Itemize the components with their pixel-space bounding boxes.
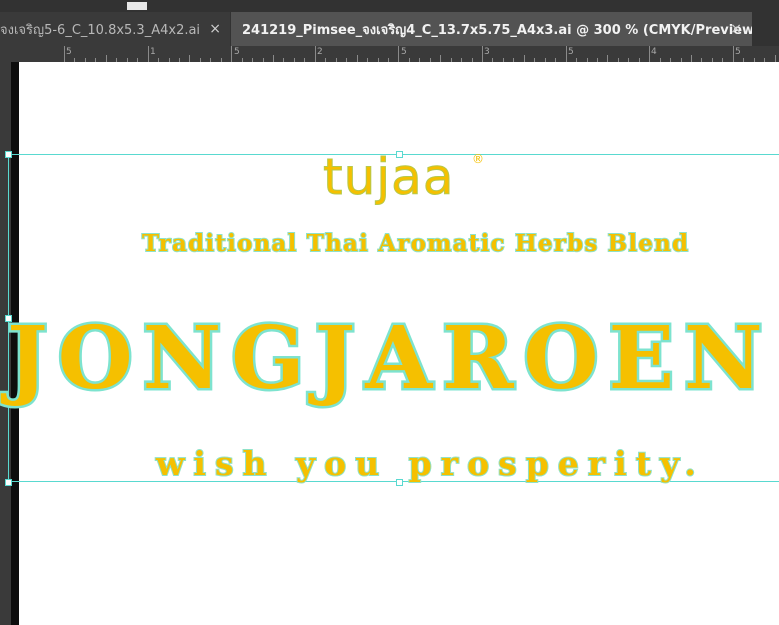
ruler-label: 4 xyxy=(651,47,657,57)
registered-mark: ® xyxy=(472,152,484,166)
tab-document-1[interactable]: จงเจริญ5-6_C_10.8x5.3_A4x2.ai × xyxy=(0,12,230,46)
ruler-ticks xyxy=(64,46,776,62)
tab-label: จงเจริญ5-6_C_10.8x5.3_A4x2.ai xyxy=(0,22,201,38)
top-toolbar-strip xyxy=(0,0,779,12)
ruler-label: 2 xyxy=(317,47,323,57)
ruler-label: 3 xyxy=(484,47,490,57)
brand-name-text: JONGJAROEN xyxy=(5,306,773,412)
tab-label: 241219_Pimsee_จงเจริญ4_C_13.7x5.75_A4x3.… xyxy=(242,22,752,38)
tagline-text: Traditional Thai Aromatic Herbs Blend xyxy=(141,229,690,258)
tab-document-2[interactable]: 241219_Pimsee_จงเจริญ4_C_13.7x5.75_A4x3.… xyxy=(231,12,752,46)
ruler-label: 5 xyxy=(735,47,741,57)
horizontal-ruler[interactable]: 5 1 5 2 5 3 5 4 5 xyxy=(0,46,779,63)
close-icon[interactable]: × xyxy=(209,12,221,46)
close-icon[interactable]: × xyxy=(730,12,742,46)
tab-overflow-area xyxy=(752,12,779,46)
tujaa-logo: tujaa xyxy=(322,148,455,207)
ruler-label: 5 xyxy=(568,47,574,57)
selection-handle-bottom-left[interactable] xyxy=(5,479,12,486)
document-tab-bar: จงเจริญ5-6_C_10.8x5.3_A4x2.ai × 241219_P… xyxy=(0,12,779,47)
toolbar-swatch[interactable] xyxy=(127,2,147,10)
ruler-label: 5 xyxy=(66,47,72,57)
ruler-label: 5 xyxy=(234,47,240,57)
ruler-label: 1 xyxy=(150,47,156,57)
ruler-label: 5 xyxy=(401,47,407,57)
selection-handle-top-left[interactable] xyxy=(5,151,12,158)
slogan-text: wish you prosperity. xyxy=(155,443,705,484)
